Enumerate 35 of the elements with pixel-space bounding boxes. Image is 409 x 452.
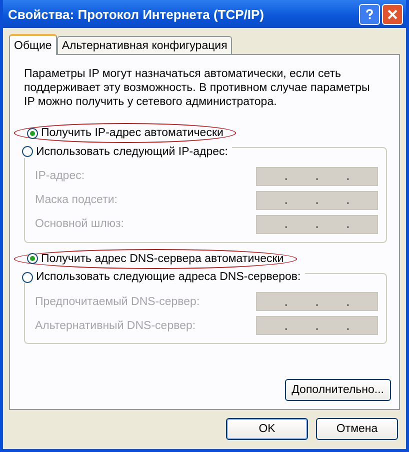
separator-dot: . [346, 194, 350, 206]
tab[interactable]: Альтернативная конфигурация [56, 36, 232, 54]
separator-dot: . [284, 194, 288, 206]
separator-dot: . [315, 194, 319, 206]
separator-dot: . [346, 218, 350, 230]
field-label: Альтернативный DNS-сервер: [35, 320, 196, 332]
cancel-button[interactable]: Отмена [316, 418, 398, 440]
separator-dot: . [284, 320, 288, 332]
separator-dot: . [315, 218, 319, 230]
separator-dot: . [346, 170, 350, 182]
radio-option[interactable]: Использовать следующие адреса DNS-серверов: [22, 271, 305, 283]
close-button[interactable] [382, 4, 403, 24]
separator-dot: . [284, 170, 288, 182]
ok-button[interactable]: OK [226, 418, 308, 440]
field-label: Предпочитаемый DNS-сервер: [35, 296, 200, 308]
radio-option[interactable]: Использовать следующий IP-адрес: [22, 146, 232, 158]
separator-dot: . [284, 218, 288, 230]
window-title: Свойства: Протокол Интернета (TCP/IP) [8, 6, 264, 22]
advanced-button[interactable]: Дополнительно... [284, 379, 391, 401]
separator-dot: . [315, 320, 319, 332]
radio-option[interactable]: Получить IP-адрес автоматически [14, 123, 236, 143]
help-button[interactable] [359, 4, 380, 24]
close-icon [387, 8, 398, 20]
field-label: IP-адрес: [35, 170, 85, 182]
radio-option[interactable]: Получить адрес DNS-сервера автоматически [14, 248, 297, 268]
description-text: Параметры IP могут назначаться автоматически, если сеть поддерживает эту возможность. В противном случае параметры IP можно получить у сетевого администратора. [24, 67, 371, 109]
separator-dot: . [346, 296, 350, 308]
separator-dot: . [284, 296, 288, 308]
field-label: Основной шлюз: [35, 218, 124, 230]
separator-dot: . [346, 320, 350, 332]
separator-dot: . [315, 296, 319, 308]
help-icon [364, 8, 375, 20]
separator-dot: . [315, 170, 319, 182]
tab[interactable]: Общие [9, 34, 57, 55]
field-label: Маска подсети: [35, 194, 118, 206]
